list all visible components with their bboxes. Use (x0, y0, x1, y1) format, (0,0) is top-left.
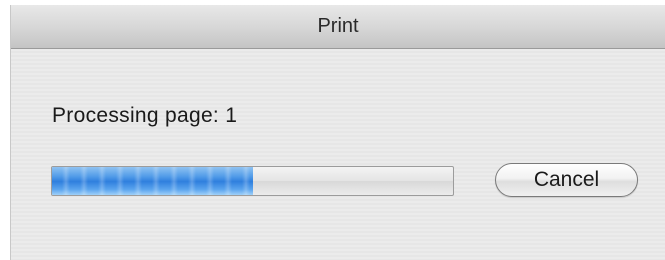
print-dialog: Print Processing page: 1 Cancel (10, 5, 665, 260)
status-text: Processing page: 1 (52, 104, 238, 127)
progress-bar (51, 166, 454, 196)
title-bar: Print (11, 5, 665, 49)
cancel-button[interactable]: Cancel (495, 163, 638, 197)
progress-fill (52, 167, 253, 195)
window-title: Print (317, 15, 359, 37)
